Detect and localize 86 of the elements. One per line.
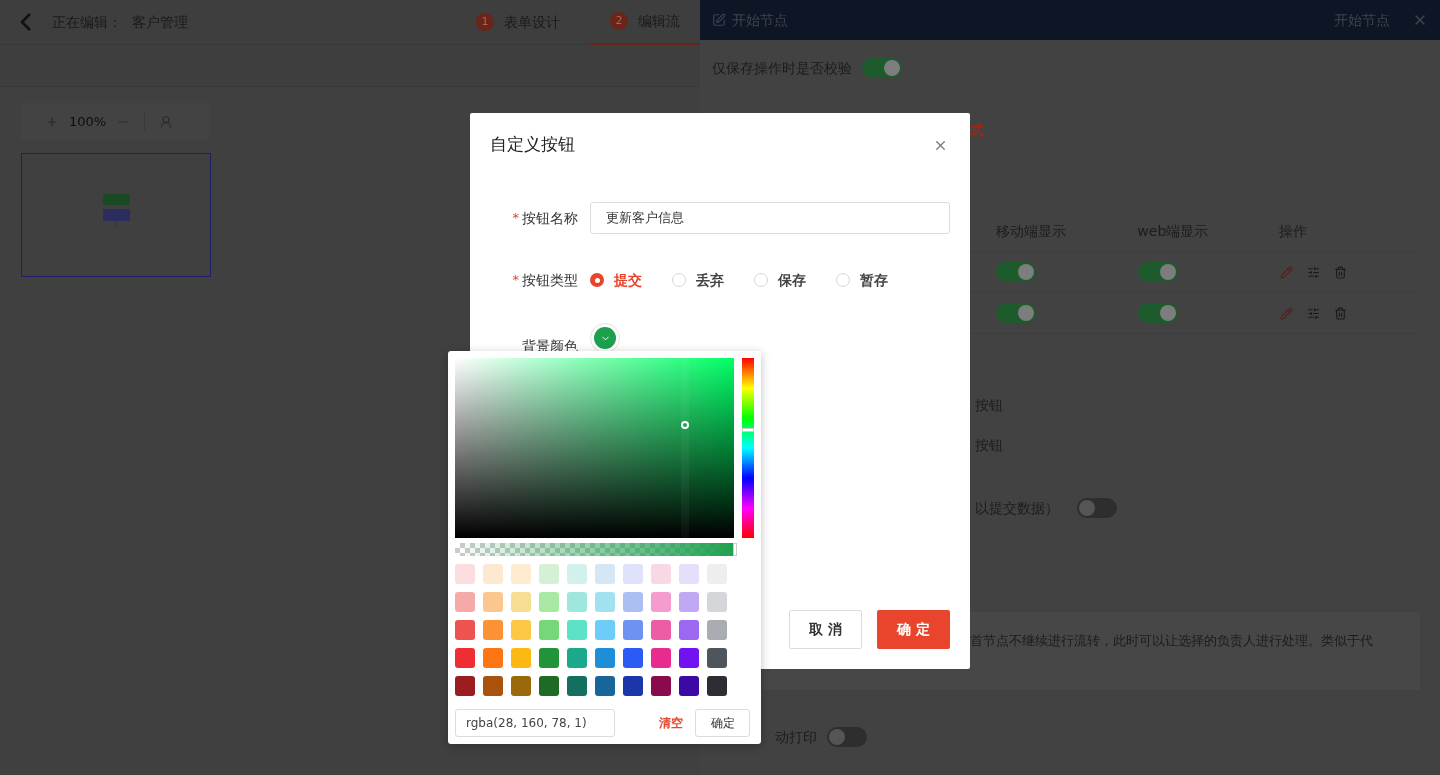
toggle-switch[interactable] [1138, 303, 1178, 323]
saturation-panel[interactable] [455, 358, 735, 538]
hue-slider[interactable] [742, 358, 754, 538]
toggle-switch[interactable] [1077, 498, 1117, 518]
settings-icon[interactable] [1307, 306, 1320, 320]
color-swatch[interactable] [539, 564, 559, 584]
color-swatch[interactable] [483, 676, 503, 696]
color-swatch[interactable] [483, 592, 503, 612]
color-swatch[interactable] [539, 676, 559, 696]
color-swatch[interactable] [567, 620, 587, 640]
dialog-title: 自定义按钮 [490, 133, 575, 157]
cancel-button[interactable]: 取 消 [789, 610, 862, 649]
delete-icon[interactable] [1334, 306, 1347, 320]
color-swatch[interactable] [595, 564, 615, 584]
color-swatch[interactable] [483, 620, 503, 640]
mode-label: 式 [970, 120, 984, 140]
color-swatch[interactable] [595, 648, 615, 668]
color-swatch[interactable] [483, 564, 503, 584]
color-swatch[interactable] [595, 676, 615, 696]
field-label: 按钮类型 [522, 270, 578, 290]
color-swatch[interactable] [511, 620, 531, 640]
confirm-button[interactable]: 确定 [695, 709, 750, 737]
color-value-field[interactable]: rgba(28, 160, 78, 1) [455, 709, 615, 737]
color-swatch[interactable] [623, 676, 643, 696]
color-swatch[interactable] [623, 620, 643, 640]
required-mark: * [512, 271, 519, 290]
color-swatch[interactable] [651, 592, 671, 612]
color-swatch[interactable] [679, 592, 699, 612]
color-swatch[interactable] [707, 620, 727, 640]
color-swatch[interactable] [455, 564, 475, 584]
color-swatch[interactable] [567, 564, 587, 584]
edit-icon [712, 13, 726, 27]
field-label: 按钮名称 [522, 208, 578, 228]
color-swatch[interactable] [567, 676, 587, 696]
color-swatch[interactable] [651, 564, 671, 584]
toggle-switch[interactable] [1138, 262, 1178, 282]
color-swatch[interactable] [595, 592, 615, 612]
person-icon[interactable] [159, 114, 174, 129]
color-swatch[interactable] [651, 648, 671, 668]
color-swatch[interactable] [455, 592, 475, 612]
delete-icon[interactable] [1334, 265, 1347, 279]
color-swatch[interactable] [679, 648, 699, 668]
radio-option[interactable]: 提交 [590, 269, 642, 291]
color-swatch[interactable] [623, 564, 643, 584]
color-swatch[interactable] [623, 648, 643, 668]
settings-icon[interactable] [1307, 265, 1320, 279]
color-swatch[interactable] [679, 564, 699, 584]
slider-thumb[interactable] [733, 543, 737, 556]
edit-icon[interactable] [1280, 306, 1293, 320]
alpha-slider[interactable] [455, 543, 737, 556]
slider-thumb[interactable] [742, 428, 755, 432]
radio-option[interactable]: 丢弃 [672, 269, 724, 291]
input-field[interactable]: 更新客户信息 [590, 202, 950, 234]
color-swatch[interactable] [651, 620, 671, 640]
color-swatch[interactable] [623, 592, 643, 612]
color-swatch[interactable] [567, 648, 587, 668]
color-swatch[interactable] [679, 676, 699, 696]
color-swatch[interactable] [455, 676, 475, 696]
color-swatch[interactable] [595, 620, 615, 640]
color-swatch[interactable] [651, 676, 671, 696]
color-swatch[interactable] [511, 676, 531, 696]
color-swatch[interactable] [455, 620, 475, 640]
color-swatch[interactable] [511, 592, 531, 612]
color-swatch[interactable] [511, 564, 531, 584]
color-swatch[interactable] [539, 648, 559, 668]
color-swatch[interactable] [511, 648, 531, 668]
toggle-switch[interactable] [827, 727, 867, 747]
color-swatch[interactable] [707, 592, 727, 612]
color-swatch[interactable] [707, 648, 727, 668]
color-swatch[interactable] [567, 592, 587, 612]
color-cursor[interactable] [681, 420, 690, 429]
color-swatch[interactable] [539, 592, 559, 612]
toggle-switch[interactable] [996, 303, 1036, 323]
confirm-button[interactable]: 确 定 [877, 610, 950, 649]
edit-icon[interactable] [1280, 265, 1293, 279]
toggle-switch[interactable] [996, 262, 1036, 282]
toggle-switch[interactable] [862, 58, 902, 78]
radio-option[interactable]: 暂存 [836, 269, 888, 291]
clear-link[interactable]: 清空 [659, 714, 683, 732]
color-swatch[interactable] [679, 620, 699, 640]
radio-option[interactable]: 保存 [754, 269, 806, 291]
required-mark: * [512, 209, 519, 228]
color-swatch[interactable] [707, 676, 727, 696]
color-swatch[interactable] [483, 648, 503, 668]
color-swatch[interactable] [455, 648, 475, 668]
color-swatch[interactable] [539, 620, 559, 640]
